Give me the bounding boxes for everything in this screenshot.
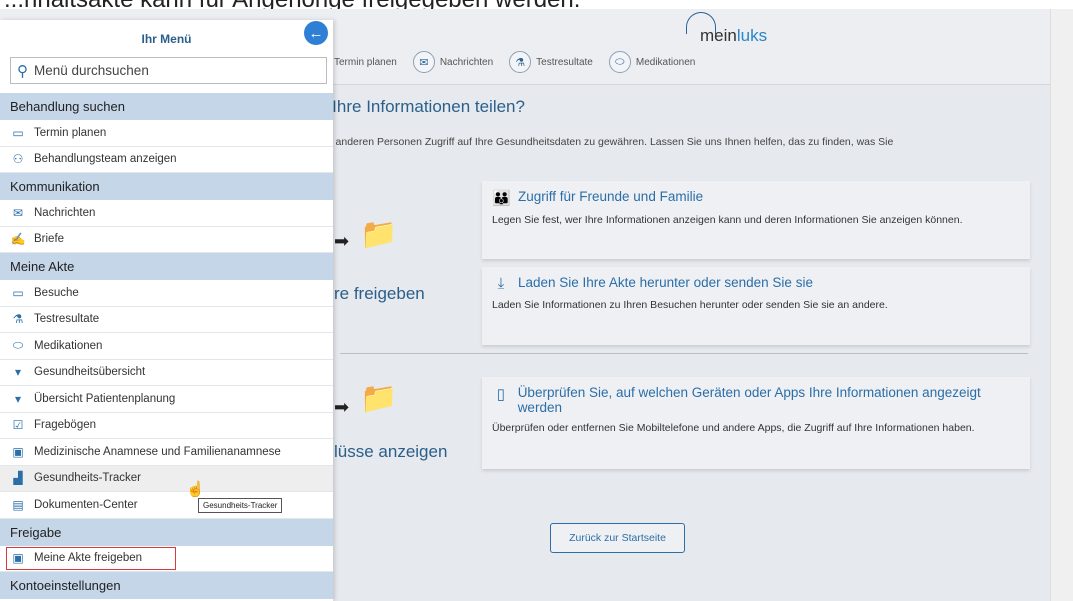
menu-item-label: Testresultate xyxy=(34,313,100,326)
card-download-record[interactable]: ⤓ Laden Sie Ihre Akte herunter oder sende… xyxy=(482,267,1030,345)
team-icon: ⚇ xyxy=(12,152,24,167)
pills-icon: ⬭ xyxy=(608,51,631,73)
menu-item-label: Medikationen xyxy=(34,339,103,352)
back-to-home-button[interactable]: Zurück zur Startseite xyxy=(550,523,685,553)
page-scrollbar[interactable] xyxy=(1050,9,1073,601)
menu-title: Ihr Menü xyxy=(141,32,192,46)
menu-item-label: Behandlungsteam anzeigen xyxy=(34,153,177,166)
folder-icon: 📁 xyxy=(360,382,398,415)
menu-item-label: Gesundheitsübersicht xyxy=(34,366,146,379)
menu-item-besuche[interactable]: ▭ Besuche xyxy=(0,280,333,307)
menu-item-behandlungsteam[interactable]: ⚇ Behandlungsteam anzeigen xyxy=(0,146,333,173)
share-record-label: re freigeben xyxy=(334,284,425,303)
flask-icon: ⚗ xyxy=(12,312,24,327)
menu-item-patientenplanung[interactable]: ▾ Übersicht Patientenplanung xyxy=(0,386,333,413)
menu-item-gesundheits-tracker[interactable]: ▟ Gesundheits-Tracker xyxy=(0,465,333,492)
section-behandlung-suchen: Behandlung suchen xyxy=(0,93,333,120)
menu-item-medikationen[interactable]: ⬭ Medikationen xyxy=(0,333,333,360)
card-title: Überprüfen Sie, auf welchen Geräten oder… xyxy=(517,385,981,415)
logo[interactable]: meinluks xyxy=(676,12,796,52)
tooltip: Gesundheits-Tracker xyxy=(198,498,283,513)
logo-prefix: mein xyxy=(700,26,737,45)
page-intro: en, anderen Personen Zugriff auf Ihre Ge… xyxy=(318,136,894,148)
download-icon: ⤓ xyxy=(497,275,505,292)
close-menu-button[interactable]: ← xyxy=(304,21,328,45)
calendar-icon: ▭ xyxy=(12,125,24,140)
hand-cursor-icon: ☝ xyxy=(186,481,205,498)
arrow-right-icon: ➡ xyxy=(334,231,350,251)
card-text: Laden Sie Informationen zu Ihren Besuche… xyxy=(492,299,888,311)
arrow-right-icon: ➡ xyxy=(334,397,350,417)
card-friends-family[interactable]: 👪 Zugriff für Freunde und Familie Legen S… xyxy=(482,181,1030,259)
menu-item-label: Briefe xyxy=(34,233,65,246)
card-title: Zugriff für Freunde und Familie xyxy=(518,189,704,204)
nav-medikationen[interactable]: ⬭ Medikationen xyxy=(605,49,699,75)
flask-icon: ⚗ xyxy=(509,51,532,73)
menu-item-gesundheitsuebersicht[interactable]: ▾ Gesundheitsübersicht xyxy=(0,359,333,386)
menu-header: Ihr Menü ← xyxy=(0,20,333,55)
menu-item-label: Übersicht Patientenplanung xyxy=(34,392,176,405)
summary-icon: ▾ xyxy=(14,391,22,406)
menu-item-label: Termin planen xyxy=(34,126,107,139)
envelope-icon: ✉ xyxy=(12,205,24,220)
nav-nachrichten[interactable]: ✉ Nachrichten xyxy=(409,49,497,75)
search-icon: ⚲ xyxy=(17,62,28,80)
history-icon: ▣ xyxy=(12,444,24,459)
nav-label: Medikationen xyxy=(635,56,696,68)
logo-suffix: luks xyxy=(736,26,768,45)
menu-item-anamnese[interactable]: ▣ Medizinische Anamnese und Familienanamn… xyxy=(0,439,333,466)
nav-label: Nachrichten xyxy=(439,56,494,68)
menu-item-nachrichten[interactable]: ✉ Nachrichten xyxy=(0,200,333,227)
letter-icon: ✍ xyxy=(10,232,26,247)
nav-label: Termin planen xyxy=(334,56,397,68)
section-divider xyxy=(340,353,1028,354)
menu-search-input[interactable]: ⚲ Menü durchsuchen xyxy=(10,57,327,84)
menu-item-testresultate[interactable]: ⚗ Testresultate xyxy=(0,306,333,333)
checklist-icon: ☑ xyxy=(12,418,24,433)
highlight-box xyxy=(6,546,176,570)
show-access-label: lüsse anzeigen xyxy=(334,442,448,461)
envelope-icon: ✉ xyxy=(412,51,435,73)
document-icon: ▤ xyxy=(12,497,24,512)
top-nav: Termin planen ✉ Nachrichten ⚗ Testresult… xyxy=(330,49,699,75)
calendar-icon: ▭ xyxy=(12,285,24,300)
pills-icon: ⬭ xyxy=(12,338,24,353)
card-devices-apps[interactable]: ▯ Überprüfen Sie, auf welchen Geräten ode… xyxy=(482,377,1030,469)
menu-item-label: Gesundheits-Tracker xyxy=(34,472,141,485)
menu-item-meine-akte-freigeben[interactable]: ▣ Meine Akte freigeben xyxy=(0,545,333,572)
section-kontoeinstellungen: Kontoeinstellungen xyxy=(0,572,333,599)
section-freigabe: Freigabe xyxy=(0,518,333,546)
card-text: Legen Sie fest, wer Ihre Informationen a… xyxy=(492,214,963,226)
folder-icon: 📁 xyxy=(360,218,398,251)
page-title: e Ihre Informationen teilen? xyxy=(318,97,525,116)
chart-icon: ▟ xyxy=(13,471,23,486)
menu-item-label: Dokumenten-Center xyxy=(34,498,138,511)
menu-item-frageboegen[interactable]: ☑ Fragebögen xyxy=(0,412,333,439)
card-text: Überprüfen oder entfernen Sie Mobiltelef… xyxy=(492,422,975,434)
menu-list: Behandlung suchen ▭ Termin planen ⚇ Behand… xyxy=(0,93,333,599)
nav-termin-planen[interactable]: Termin planen xyxy=(330,55,401,70)
menu-item-dokumenten-center[interactable]: ▤ Dokumenten-Center xyxy=(0,492,333,519)
menu-item-label: Fragebögen xyxy=(34,419,97,432)
search-placeholder: Menü durchsuchen xyxy=(34,63,149,78)
nav-testresultate[interactable]: ⚗ Testresultate xyxy=(505,49,597,75)
nav-label: Testresultate xyxy=(536,56,593,68)
side-menu: Ihr Menü ← ⚲ Menü durchsuchen Behandlung… xyxy=(0,20,333,601)
menu-item-termin-planen[interactable]: ▭ Termin planen xyxy=(0,120,333,147)
menu-item-briefe[interactable]: ✍ Briefe xyxy=(0,226,333,253)
summary-icon: ▾ xyxy=(14,365,22,380)
section-kommunikation: Kommunikation xyxy=(0,173,333,200)
family-icon: 👪 xyxy=(492,190,511,207)
section-meine-akte: Meine Akte xyxy=(0,253,333,280)
phone-icon: ▯ xyxy=(496,386,505,403)
menu-item-label: Nachrichten xyxy=(34,206,96,219)
menu-item-label: Besuche xyxy=(34,286,79,299)
arrow-left-icon: ← xyxy=(308,24,324,42)
card-title: Laden Sie Ihre Akte herunter oder senden… xyxy=(518,275,813,290)
menu-item-label: Medizinische Anamnese und Familienanamne… xyxy=(34,445,281,458)
